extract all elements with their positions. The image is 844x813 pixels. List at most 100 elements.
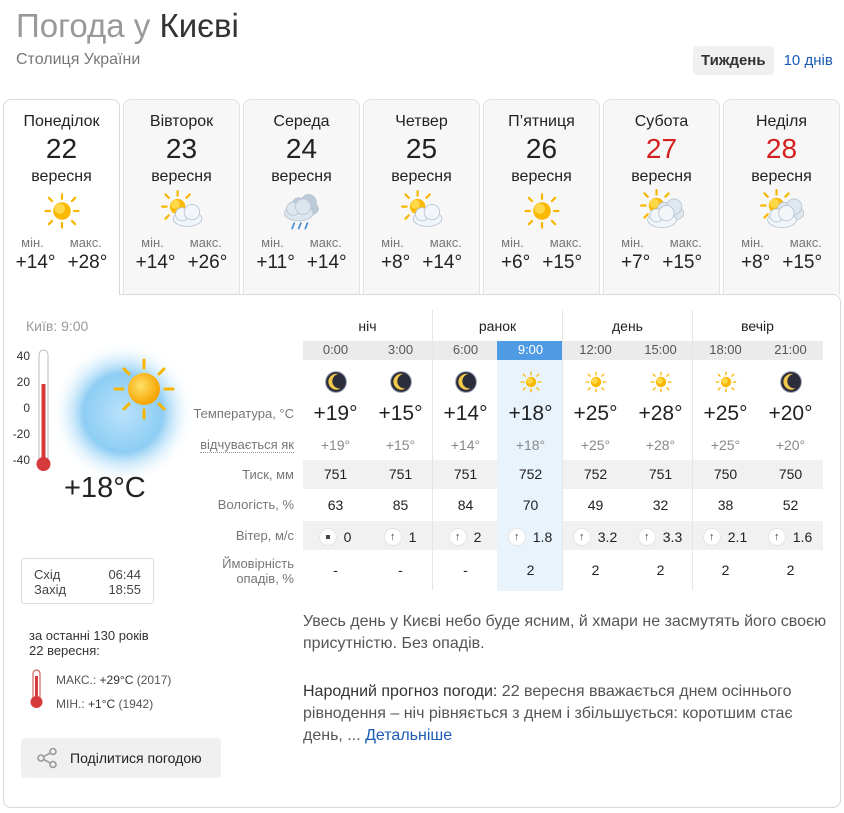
title-city: Києві xyxy=(159,7,239,44)
day-tab-2[interactable]: Вівторок 23 вересня мін. макс. +14° +26° xyxy=(123,99,240,295)
day-number: 26 xyxy=(525,133,558,164)
sun-icon xyxy=(628,366,693,398)
share-button[interactable]: Поділитися погодою xyxy=(21,738,221,778)
hour-wind: 0 xyxy=(303,527,368,547)
min-temp: +14° xyxy=(135,252,176,273)
hour-pressure: 752 xyxy=(583,466,608,482)
moon-icon xyxy=(368,366,433,398)
min-temp: +7° xyxy=(620,252,651,273)
hour-temp: +14° xyxy=(443,402,488,425)
day-month: вересня xyxy=(511,168,572,185)
svg-text:-20: -20 xyxy=(13,427,31,441)
day-number: 28 xyxy=(765,133,798,164)
hour-time: 15:00 xyxy=(644,342,677,357)
hour-temp: +18° xyxy=(508,402,553,425)
day-name: Понеділок xyxy=(23,113,100,130)
day-name: Четвер xyxy=(395,113,448,130)
weather-description: Увесь день у Києві небо буде ясним, й хм… xyxy=(303,613,827,652)
day-name: Вівторок xyxy=(149,113,214,130)
arrow-up-icon: ↑ xyxy=(508,529,525,545)
hour-time: 21:00 xyxy=(774,342,807,357)
hour-humidity: 49 xyxy=(587,497,604,513)
min-label: мін. xyxy=(21,235,44,250)
svg-text:0: 0 xyxy=(23,401,30,415)
day-tab-7[interactable]: Неділя 28 вересня мін. макс. +8° +15° xyxy=(723,99,840,295)
day-number: 25 xyxy=(405,133,438,164)
hour-wind: ↑ 1.6 xyxy=(758,527,823,547)
hour-precip: 2 xyxy=(721,562,730,578)
svg-text:40: 40 xyxy=(17,349,31,363)
day-tab-1[interactable]: Понеділок 22 вересня мін. макс. +14° +28° xyxy=(3,99,120,295)
day-tab-4[interactable]: Четвер 25 вересня мін. макс. +8° +14° xyxy=(363,99,480,295)
day-tab-5[interactable]: П’ятниця 26 вересня мін. макс. +6° +15° xyxy=(483,99,600,295)
title-prefix: Погода у xyxy=(16,7,151,44)
history-max: МАКС.: +29°C (2017) xyxy=(56,668,171,692)
day-month: вересня xyxy=(271,168,332,185)
day-number: 27 xyxy=(645,133,678,164)
hour-time: 18:00 xyxy=(709,342,742,357)
day-number: 24 xyxy=(285,133,318,164)
week-tab[interactable]: Тиждень xyxy=(693,46,774,75)
sunrise-time: 06:44 xyxy=(108,567,141,582)
calm-icon xyxy=(319,529,336,545)
day-tab-6[interactable]: Субота 27 вересня мін. макс. +7° +15° xyxy=(603,99,720,295)
feels-row-label[interactable]: відчувається як xyxy=(150,437,294,453)
hour-feels: +25° xyxy=(710,437,741,453)
wind-speed: 3.3 xyxy=(662,529,683,545)
max-temp: +14° xyxy=(306,252,347,273)
hour-humidity: 85 xyxy=(392,497,409,513)
hour-wind: ↑ 3.3 xyxy=(628,527,693,547)
day-tab-3[interactable]: Середа 24 вересня мін. макс. +11° +14° xyxy=(243,99,360,295)
hour-precip: 2 xyxy=(786,562,795,578)
hour-temp: +28° xyxy=(638,402,683,425)
details-link[interactable]: Детальніше xyxy=(365,727,452,744)
hour-feels: +19° xyxy=(320,437,351,453)
history-block: за останні 130 років 22 вересня: xyxy=(29,628,149,658)
hour-wind: ↑ 1.8 xyxy=(498,527,563,547)
temp-row-label: Температура, °C xyxy=(193,406,294,421)
hour-temp: +20° xyxy=(768,402,813,425)
min-temp: +11° xyxy=(256,252,295,273)
min-label: мін. xyxy=(261,235,284,250)
max-temp: +28° xyxy=(67,252,108,273)
share-label: Поділитися погодою xyxy=(70,750,202,766)
period-day: день xyxy=(612,318,643,334)
page-title: Погода у Києві xyxy=(16,6,239,46)
wind-row-label: Вітер, м/с xyxy=(235,528,294,543)
precip-row-label: Ймовірність опадів, % xyxy=(150,556,294,586)
hour-time: 12:00 xyxy=(579,342,612,357)
max-temp: +15° xyxy=(662,252,703,273)
moon-icon xyxy=(433,366,498,398)
day-month: вересня xyxy=(751,168,812,185)
day-number: 22 xyxy=(45,133,78,164)
arrow-up-icon: ↑ xyxy=(768,529,785,545)
hour-time: 3:00 xyxy=(387,342,414,357)
sun-cloud-icon xyxy=(124,188,239,234)
history-values: МАКС.: +29°C (2017) МІН.: +1°C (1942) xyxy=(56,668,171,716)
page-subtitle: Столиця України xyxy=(16,51,141,68)
wind-speed: 2 xyxy=(473,529,482,545)
hour-humidity: 84 xyxy=(457,497,474,513)
day-month: вересня xyxy=(151,168,212,185)
hour-feels: +14° xyxy=(450,437,481,453)
min-label: мін. xyxy=(381,235,404,250)
ten-days-link[interactable]: 10 днів xyxy=(784,52,833,69)
history-max-value: +29°C xyxy=(99,673,134,687)
hour-feels: +20° xyxy=(775,437,806,453)
history-min-label: МІН.: xyxy=(56,697,85,711)
hour-temp: +19° xyxy=(313,402,358,425)
hour-feels: +15° xyxy=(385,437,416,453)
sun-icon xyxy=(693,366,758,398)
hour-temp: +25° xyxy=(703,402,748,425)
min-label: мін. xyxy=(741,235,764,250)
wind-speed: 1 xyxy=(408,529,417,545)
period-morning: ранок xyxy=(478,318,517,334)
hour-wind: ↑ 1 xyxy=(368,527,433,547)
sunset-time: 18:55 xyxy=(108,582,141,597)
hour-humidity: 70 xyxy=(522,497,539,513)
min-label: мін. xyxy=(621,235,644,250)
max-label: макс. xyxy=(669,235,702,250)
hour-precip: 2 xyxy=(591,562,600,578)
min-temp: +8° xyxy=(740,252,771,273)
header: Погода у Києві Столиця України xyxy=(16,6,239,69)
